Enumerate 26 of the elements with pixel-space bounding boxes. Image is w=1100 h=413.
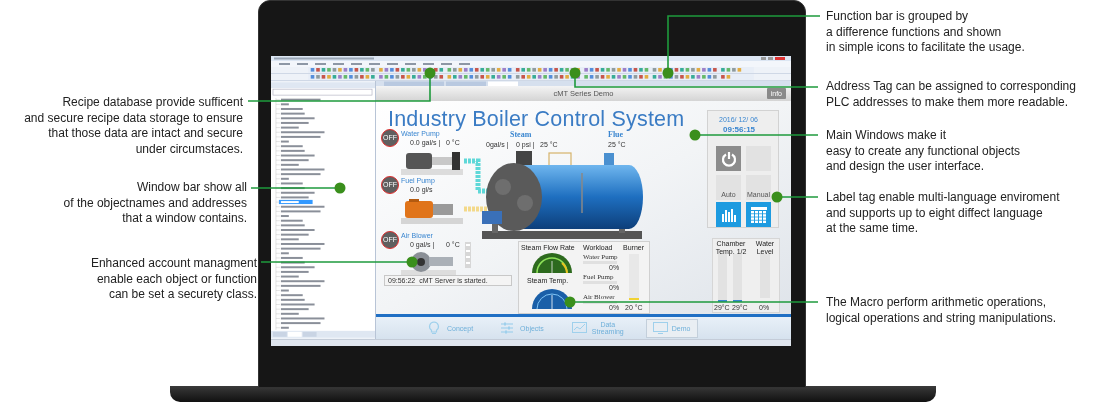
pump-drawing bbox=[401, 198, 463, 224]
gauge-drawing bbox=[530, 253, 574, 273]
flue-label: Flue bbox=[608, 130, 624, 139]
power-icon bbox=[720, 150, 737, 167]
callout-text: Main Windows make it easy to create any functional objects and design the user interface. bbox=[826, 128, 1021, 175]
calendar-button[interactable] bbox=[746, 202, 771, 227]
callout-text: Address Tag can be assigned to corresponding PLC addresses to make them more readable. bbox=[826, 79, 1076, 110]
calendar-icon bbox=[749, 205, 768, 224]
time-display: 09:56:15 bbox=[723, 125, 756, 134]
callout-text: Function bar is grouped by a difference functions and shown in simple icons to facilitate the usage. bbox=[826, 9, 1025, 56]
hmi-title: Industry Boiler Control System bbox=[388, 107, 685, 131]
gauge-drawing bbox=[530, 287, 574, 309]
leader-line bbox=[771, 191, 819, 203]
callout-text: Enhanced account managment enable each object or function can be set a securety class. bbox=[90, 256, 257, 303]
bar-chart-icon bbox=[720, 207, 737, 222]
chart-button[interactable] bbox=[716, 202, 741, 227]
chart-icon bbox=[571, 321, 587, 335]
callout-text: Label tag enable multi-language enviroment and supports up to eight diffect language at the same time. bbox=[826, 190, 1060, 237]
monitor-icon bbox=[652, 321, 668, 335]
pump-drawing bbox=[401, 149, 463, 175]
power-button[interactable] bbox=[716, 146, 741, 171]
callout-text: Recipe database provide sufficent and secure recipe data storage to ensure that those data are intact and secure under circumstaces. bbox=[24, 95, 243, 157]
callout-text: Window bar show all of the objectnames and addresses that a window contains. bbox=[63, 180, 247, 227]
pipe bbox=[465, 242, 471, 268]
callout-text: The Macro perform arithmetic operations, logical operations and string manipulations. bbox=[826, 295, 1057, 326]
steam-label: Steam bbox=[510, 130, 532, 139]
